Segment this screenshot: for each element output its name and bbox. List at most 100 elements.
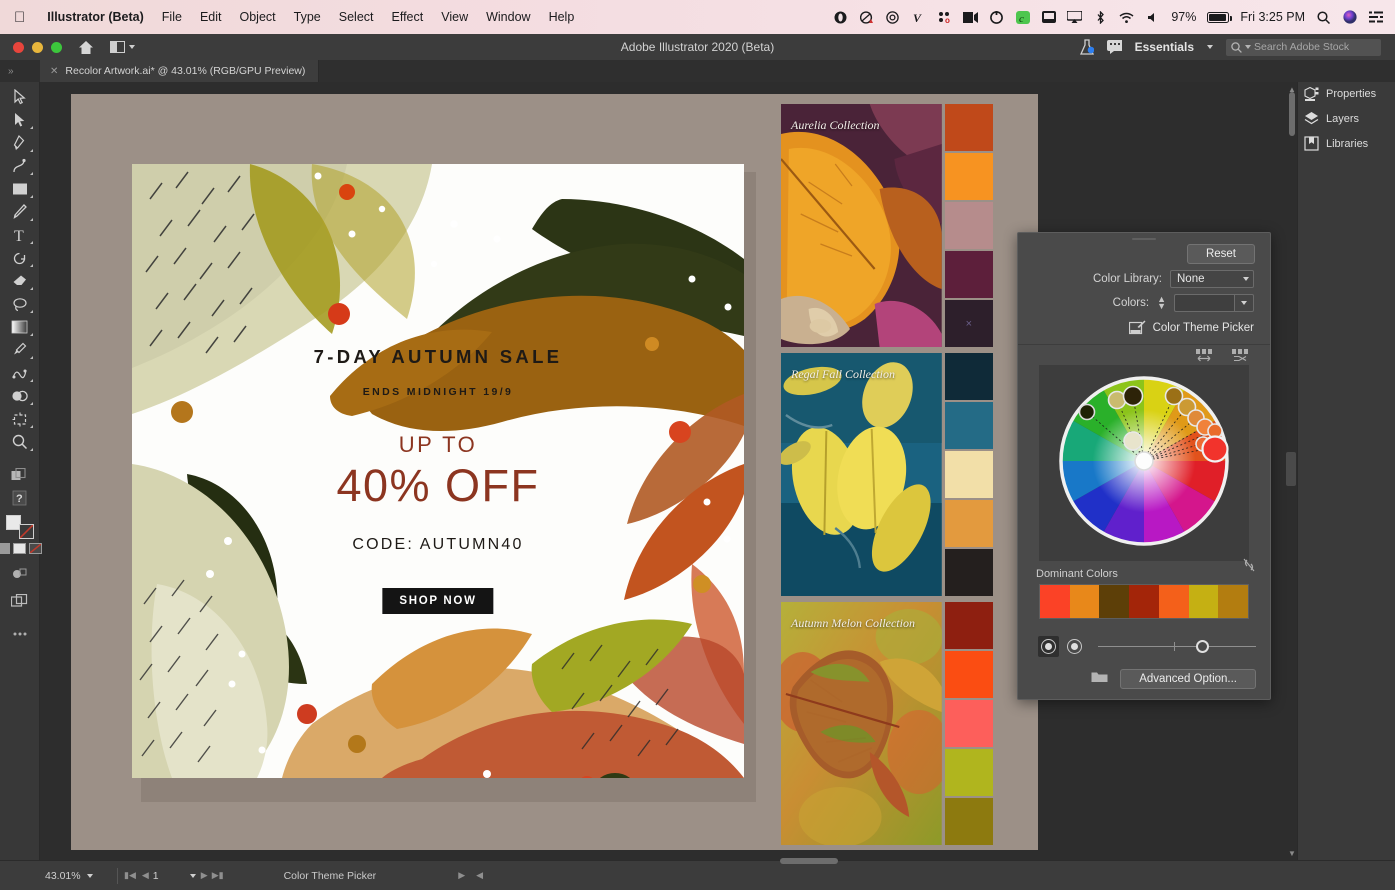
dominant-colors-bar[interactable] [1039,584,1249,619]
dominant-swatch[interactable] [1189,585,1219,618]
zoom-level-control[interactable]: 43.01% [45,870,111,882]
video-icon[interactable] [963,10,978,25]
zoom-tool[interactable] [5,431,35,453]
swatch[interactable] [945,500,993,547]
stroke-swatch[interactable] [19,524,34,539]
arrange-documents-icon[interactable] [110,41,135,53]
swatch[interactable] [945,651,993,698]
advanced-options-button[interactable]: Advanced Option... [1120,669,1256,689]
shape-builder-tool[interactable] [5,385,35,407]
swatch[interactable] [945,549,993,596]
grammarly-icon[interactable]: c [1015,10,1030,25]
swatch[interactable] [945,353,993,400]
dialog-drag-handle[interactable] [1018,233,1270,244]
collection-photo[interactable]: Aurelia Collection [781,104,942,347]
clock-label[interactable]: Fri 3:25 PM [1240,10,1305,24]
page-nav-first[interactable]: ▮◀ [124,870,136,881]
menu-object[interactable]: Object [231,8,285,26]
dominant-swatch[interactable] [1040,585,1070,618]
bandwidth-icon[interactable] [859,10,874,25]
colors-dropdown-button[interactable] [1234,294,1254,312]
page-number-input[interactable]: 1 [149,868,201,883]
artboard-tool[interactable] [5,408,35,430]
radio-mode-selected-frame[interactable] [1038,636,1059,657]
type-tool[interactable]: T [5,224,35,246]
colors-input[interactable] [1174,294,1234,312]
cleaner-icon[interactable]: o [937,10,952,25]
dominant-swatch[interactable] [1218,585,1248,618]
swatch[interactable] [945,202,993,249]
vimeo-icon[interactable]: V [911,10,926,25]
sidebar-item-libraries[interactable]: Libraries [1298,131,1395,156]
page-nav-prev[interactable]: ◀ [142,870,149,881]
swatch[interactable] [945,402,993,449]
loom-icon[interactable] [989,10,1004,25]
chevron-down-icon[interactable] [1207,45,1213,49]
swatch[interactable] [945,749,993,796]
colors-input-group[interactable] [1174,294,1254,312]
edit-toolbar-icon[interactable] [5,623,35,645]
airplay-icon[interactable] [1067,10,1082,25]
color-wheel[interactable] [1039,365,1249,561]
radio-mode-2[interactable] [1067,639,1082,654]
dominant-swatch[interactable] [1159,585,1189,618]
folder-icon[interactable] [1091,670,1108,688]
swatch[interactable] [945,798,993,845]
swatch-selected[interactable] [945,300,993,347]
selection-tool[interactable] [5,86,35,108]
gradient-tool[interactable] [5,316,35,338]
lasso-tool[interactable] [5,293,35,315]
swatch[interactable] [945,451,993,498]
scroll-up-arrow-icon[interactable]: ▲ [1288,85,1296,94]
page-nav-next[interactable]: ▶ [201,870,208,881]
document-window[interactable]: 7-DAY AUTUMN SALE ENDS MIDNIGHT 19/9 UP … [71,94,1038,850]
maximize-window-button[interactable] [51,42,62,53]
wifi-icon[interactable] [1119,10,1134,25]
slider-knob[interactable] [1196,640,1209,653]
siri-icon[interactable] [1342,10,1357,25]
direct-selection-tool[interactable] [5,109,35,131]
link-harmony-colors-icon[interactable] [1196,349,1212,362]
triangle-right-icon[interactable]: ▶ [458,870,465,881]
paintbrush-tool[interactable] [5,201,35,223]
reset-button[interactable]: Reset [1187,244,1255,264]
drawing-mode-icon[interactable] [5,562,35,584]
fill-and-stroke-swatches[interactable] [6,515,34,539]
workspace-switcher[interactable]: Essentials [1135,40,1194,54]
menu-view[interactable]: View [432,8,477,26]
color-swatch-button[interactable] [0,543,10,554]
swatch[interactable] [945,700,993,747]
collection-photo[interactable]: Regal Fall Collection [781,353,942,596]
color-library-select[interactable]: None [1170,270,1254,288]
close-icon[interactable]: ✕ [50,66,58,77]
randomize-colors-icon[interactable] [1232,349,1248,362]
swatch[interactable] [945,104,993,151]
dominant-swatch[interactable] [1099,585,1129,618]
dominant-swatch[interactable] [1070,585,1100,618]
screen-mode-icon[interactable] [5,590,35,612]
sidebar-item-properties[interactable]: Properties [1298,81,1395,106]
menu-type[interactable]: Type [285,8,330,26]
screen-icon[interactable] [1041,10,1056,25]
menu-select[interactable]: Select [330,8,383,26]
triangle-left-icon[interactable]: ◀ [476,870,483,881]
collection-photo[interactable]: Autumn Melon Collection [781,602,942,845]
comments-icon[interactable] [1107,40,1122,55]
stepper-down-icon[interactable]: ▼ [1157,304,1166,309]
brightness-slider[interactable] [1098,640,1256,654]
current-tool-label[interactable]: Color Theme Picker [284,870,377,882]
menu-edit[interactable]: Edit [191,8,231,26]
control-center-icon[interactable] [1368,10,1383,25]
swatch[interactable] [945,602,993,649]
page-nav-last[interactable]: ▶▮ [212,870,224,881]
spiral-icon[interactable] [885,10,900,25]
minimize-window-button[interactable] [32,42,43,53]
horizontal-scrollbar-thumb[interactable] [780,858,838,864]
swatch[interactable] [945,153,993,200]
sidebar-item-layers[interactable]: Layers [1298,106,1395,131]
double-chevron-right-icon[interactable]: » [0,66,40,77]
menu-help[interactable]: Help [540,8,584,26]
stack-icon[interactable] [5,464,35,486]
menu-illustrator[interactable]: Illustrator (Beta) [38,8,153,26]
artboard[interactable]: 7-DAY AUTUMN SALE ENDS MIDNIGHT 19/9 UP … [132,164,744,778]
